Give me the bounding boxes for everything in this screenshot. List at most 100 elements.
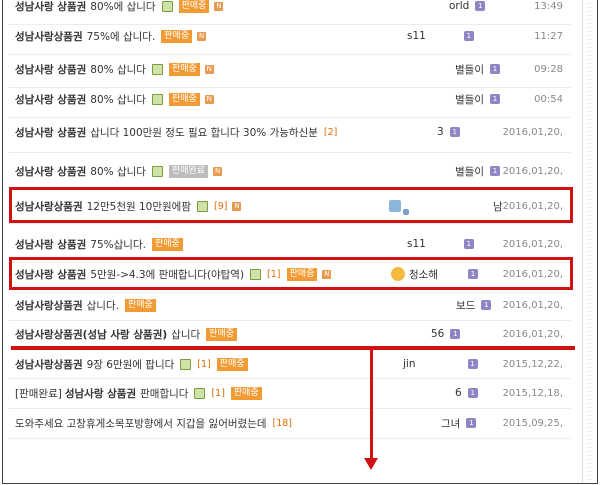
- list-item[interactable]: 성남사랑상품권 9장 6만원에 팝니다 [1] 판매중 jin 1 2015,1…: [9, 350, 571, 379]
- post-title-text[interactable]: 80% 삽니다: [90, 92, 146, 107]
- author-name[interactable]: 청소해: [409, 267, 438, 282]
- post-title-text[interactable]: 75%삽니다.: [90, 237, 146, 252]
- list-item[interactable]: 성남사랑상품권 삽니다. 판매중 보드 1 2016,01,20,: [9, 290, 571, 321]
- comment-count[interactable]: [1]: [197, 359, 210, 370]
- author-name[interactable]: 별들이: [455, 92, 484, 107]
- author[interactable]: 3 1: [437, 112, 460, 152]
- post-title-text[interactable]: 5만원->4.3에 판매합니다(야탑역): [90, 267, 244, 282]
- post-title-bold[interactable]: 성남사랑상품권: [15, 298, 83, 313]
- post-title-text[interactable]: 도와주세요 고창휴게소목포방향에서 지갑을 잃어버렸는데: [15, 416, 267, 431]
- post-title[interactable]: 성남사랑상품권 삽니다. 판매중: [15, 290, 159, 320]
- post-title-text[interactable]: 판매합니다: [140, 386, 188, 401]
- author[interactable]: 청소해 1: [391, 259, 478, 289]
- list-item[interactable]: 성남사랑 상품권 5만원->4.3에 판매합니다(야탑역) [1] 판매중 N …: [9, 259, 571, 290]
- author-name[interactable]: orld: [449, 0, 469, 12]
- author[interactable]: 그녀 1: [441, 408, 477, 438]
- list-item[interactable]: 성남사랑상품권 75%에 삽니다. 판매중 N s11 1 11:27: [9, 18, 571, 55]
- post-date: 2015,12,22,: [502, 358, 563, 370]
- post-title-bold[interactable]: 성남사랑 상품권: [15, 62, 86, 77]
- list-item[interactable]: 성남사랑 상품권 삽니다 100만원 정도 필요 합니다 30% 가능하신분 […: [9, 112, 571, 153]
- comment-count[interactable]: [1]: [211, 388, 224, 399]
- post-title-bold[interactable]: 성남사랑 상품권: [15, 267, 86, 282]
- image-attachment-icon: [180, 358, 192, 370]
- scrollbar-track[interactable]: [586, 0, 593, 483]
- post-title[interactable]: 성남사랑상품권 75%에 삽니다. 판매중 N: [15, 18, 207, 54]
- image-attachment-icon: [151, 93, 163, 105]
- comment-count[interactable]: [18]: [273, 418, 293, 429]
- post-title-text[interactable]: 80% 삽니다: [90, 62, 146, 77]
- author-name[interactable]: s11: [407, 30, 426, 42]
- comment-count[interactable]: [2]: [324, 127, 337, 138]
- post-title[interactable]: 성남사랑상품권 9장 6만원에 팝니다 [1] 판매중: [15, 350, 251, 378]
- status-badge: 판매중: [178, 0, 210, 13]
- post-title-bold[interactable]: 성남사랑 상품권: [15, 237, 86, 252]
- post-title-bold[interactable]: 성남사랑상품권: [15, 357, 83, 372]
- comment-count[interactable]: [1]: [267, 269, 280, 280]
- author-name[interactable]: 별들이: [455, 164, 484, 179]
- status-badge: 판매완료: [168, 164, 209, 178]
- list-item[interactable]: 성남사랑 상품권 75%삽니다. 판매중 s11 1 2016,01,20,: [9, 226, 571, 263]
- post-title-bold[interactable]: 성남사랑 상품권: [15, 164, 86, 179]
- author[interactable]: 남: [389, 189, 503, 223]
- post-title[interactable]: 성남사랑상품권(성남 사랑 상품권) 삽니다 판매중: [15, 320, 240, 348]
- list-item[interactable]: 성남사랑상품권(성남 사랑 상품권) 삽니다 판매중 56 1 2016,01,…: [9, 320, 571, 349]
- post-title[interactable]: 성남사랑 상품권 80% 삽니다 판매완료 N: [15, 153, 223, 189]
- new-icon: N: [213, 166, 223, 176]
- author[interactable]: jin 1: [403, 350, 478, 378]
- post-title-bold[interactable]: 성남사랑상품권(성남 사랑 상품권): [15, 327, 167, 342]
- author[interactable]: s11 1: [407, 18, 474, 54]
- post-title-text[interactable]: 삽니다: [171, 327, 200, 342]
- post-title-bold[interactable]: 성남사랑 상품권: [15, 92, 86, 107]
- author[interactable]: s11 1: [407, 226, 474, 262]
- post-title-text[interactable]: 75%에 삽니다.: [87, 29, 156, 44]
- divider-line: [11, 346, 575, 350]
- post-title-text[interactable]: 삽니다 100만원 정도 필요 합니다 30% 가능하신분: [90, 125, 318, 140]
- post-title[interactable]: 도와주세요 고창휴게소목포방향에서 지갑을 잃어버렸는데 [18]: [15, 408, 295, 438]
- member-emblem-icon: [391, 267, 405, 281]
- author-name[interactable]: 보드: [456, 298, 475, 313]
- author-name[interactable]: 남: [493, 199, 503, 214]
- author-name[interactable]: 56: [431, 328, 444, 340]
- author[interactable]: 6 1: [455, 378, 478, 408]
- post-title[interactable]: 성남사랑 상품권 5만원->4.3에 판매합니다(야탑역) [1] 판매중 N: [15, 259, 332, 289]
- author-name[interactable]: 별들이: [455, 62, 484, 77]
- post-title-text[interactable]: 삽니다.: [87, 298, 119, 313]
- post-date: 2015,12,18,: [502, 387, 563, 399]
- author-name[interactable]: 3: [437, 126, 444, 138]
- comment-count[interactable]: [9]: [214, 201, 227, 212]
- author-name[interactable]: jin: [403, 358, 416, 370]
- post-title-text[interactable]: 80% 삽니다: [90, 164, 146, 179]
- author[interactable]: 56 1: [431, 320, 461, 348]
- author-name[interactable]: s11: [407, 238, 426, 250]
- post-title-bold[interactable]: 성남사랑상품권: [15, 199, 83, 214]
- author[interactable]: 별들이 1: [455, 153, 500, 189]
- level-icon: 1: [489, 64, 500, 74]
- post-title-text[interactable]: 9장 6만원에 팝니다: [87, 357, 175, 372]
- post-title-text[interactable]: 12만5천원 10만원에팜: [87, 199, 191, 214]
- post-title-text[interactable]: 80%에 삽니다: [90, 0, 155, 14]
- level-icon: 1: [489, 166, 500, 176]
- scrollbar[interactable]: [582, 0, 597, 483]
- list-item[interactable]: 성남사랑상품권 12만5천원 10만원에팜 [9] N 남 2016,01,20…: [9, 189, 571, 224]
- list-item[interactable]: [판매완료] 성남사랑 상품권 판매합니다 [1] 판매중 6 1 2015,1…: [9, 378, 571, 409]
- status-badge: 판매중: [161, 29, 193, 43]
- post-title[interactable]: [판매완료] 성남사랑 상품권 판매합니다 [1] 판매중: [15, 378, 265, 408]
- list-item[interactable]: 성남사랑 상품권 80% 삽니다 판매완료 N 별들이 1 2016,01,20…: [9, 153, 571, 190]
- level-icon: 1: [481, 300, 492, 310]
- author-name[interactable]: 그녀: [441, 416, 460, 431]
- level-icon: 1: [466, 418, 477, 428]
- list-item[interactable]: 도와주세요 고창휴게소목포방향에서 지갑을 잃어버렸는데 [18] 그녀 1 2…: [9, 408, 571, 439]
- post-title[interactable]: 성남사랑 상품권 75%삽니다. 판매중: [15, 226, 186, 262]
- post-title-bold[interactable]: 성남사랑 상품권: [65, 386, 136, 401]
- arrow-head-icon: [364, 458, 378, 470]
- post-title-bold[interactable]: 성남사랑 상품권: [15, 0, 86, 14]
- post-title-bold[interactable]: 성남사랑 상품권: [15, 125, 86, 140]
- post-title[interactable]: 성남사랑 상품권 삽니다 100만원 정도 필요 합니다 30% 가능하신분 […: [15, 112, 340, 152]
- post-prefix[interactable]: [판매완료]: [15, 386, 62, 401]
- post-title[interactable]: 성남사랑상품권 12만5천원 10만원에팜 [9] N: [15, 189, 242, 223]
- level-icon: 1: [467, 359, 478, 369]
- level-icon: 1: [463, 31, 474, 41]
- author-name[interactable]: 6: [455, 387, 462, 399]
- author[interactable]: 보드 1: [456, 290, 492, 320]
- post-title-bold[interactable]: 성남사랑상품권: [15, 29, 83, 44]
